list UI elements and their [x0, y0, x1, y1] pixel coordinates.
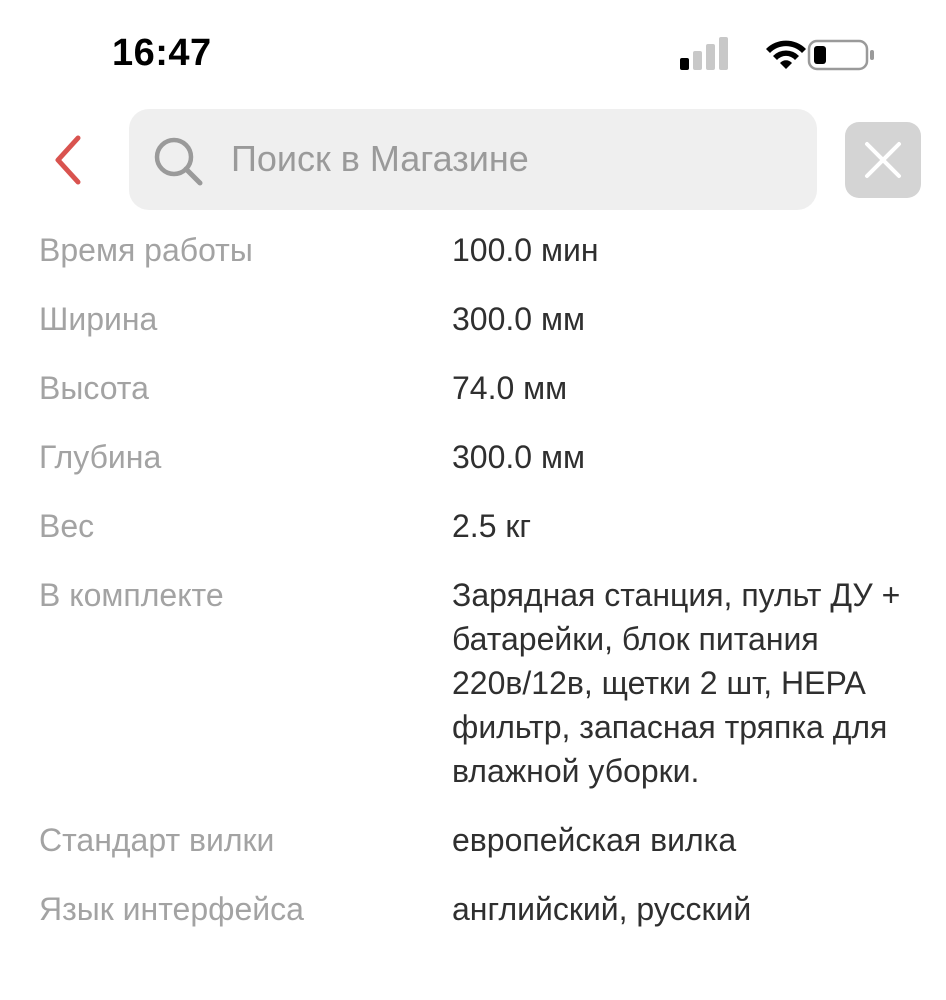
status-bar: 16:47	[0, 0, 946, 100]
spec-value: 74.0 мм	[452, 370, 568, 406]
spec-label: Стандарт вилки	[39, 822, 275, 858]
spec-row-plug-standard: Стандарт вилки европейская вилка	[0, 818, 946, 862]
spec-value: европейская вилка	[452, 822, 737, 858]
spec-value: Зарядная станция, пульт ДУ + батарейки, …	[452, 577, 901, 789]
search-header	[0, 100, 946, 220]
spec-label: Время работы	[39, 232, 253, 268]
spec-label: Вес	[39, 508, 95, 544]
search-input[interactable]	[231, 131, 791, 187]
spec-value: 300.0 мм	[452, 301, 585, 337]
spec-value: английский, русский	[452, 891, 752, 927]
spec-label: Глубина	[39, 439, 162, 475]
spec-label: В комплекте	[39, 577, 224, 613]
spec-row-interface-language: Язык интерфейса английский, русский	[0, 887, 946, 931]
status-icons	[680, 36, 880, 76]
spec-row-weight: Вес 2.5 кг	[0, 504, 946, 548]
spec-row-package-contents: В комплекте Зарядная станция, пульт ДУ +…	[0, 573, 946, 793]
wifi-icon	[766, 40, 806, 69]
spec-row-depth: Глубина 300.0 мм	[0, 435, 946, 479]
spec-label: Язык интерфейса	[39, 891, 304, 927]
close-icon	[865, 142, 901, 178]
spec-row-width: Ширина 300.0 мм	[0, 297, 946, 341]
spec-row-height: Высота 74.0 мм	[0, 366, 946, 410]
spec-value: 100.0 мин	[452, 232, 599, 268]
back-button[interactable]	[40, 130, 100, 190]
specifications-list: Время работы 100.0 мин Ширина 300.0 мм В…	[0, 228, 946, 931]
spec-value: 2.5 кг	[452, 508, 532, 544]
battery-icon	[807, 39, 874, 71]
spec-label: Высота	[39, 370, 149, 406]
spec-label: Ширина	[39, 301, 158, 337]
cellular-signal-icon	[680, 37, 728, 70]
search-box[interactable]	[129, 109, 817, 210]
chevron-left-icon	[55, 135, 81, 185]
spec-row-runtime: Время работы 100.0 мин	[0, 228, 946, 272]
status-time: 16:47	[112, 32, 212, 74]
search-icon	[154, 137, 203, 186]
clear-search-button[interactable]	[845, 122, 921, 198]
spec-value: 300.0 мм	[452, 439, 585, 475]
